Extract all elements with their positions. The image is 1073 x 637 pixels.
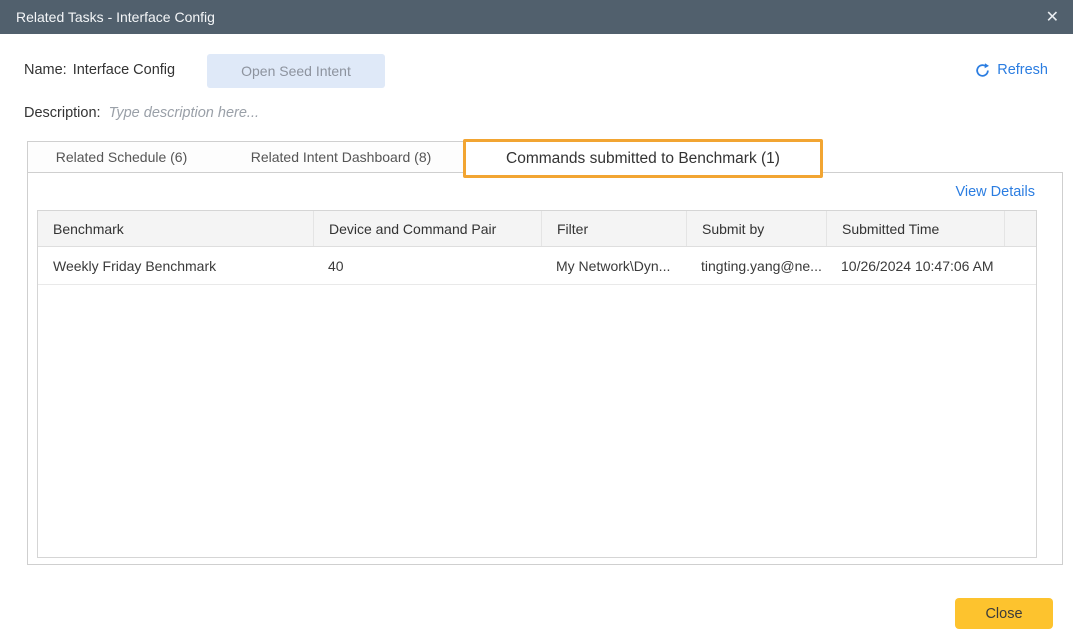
- benchmark-table: Benchmark Device and Command Pair Filter…: [37, 210, 1037, 558]
- name-row: Name: Interface Config: [24, 62, 175, 78]
- cell-filter: My Network\Dyn...: [541, 247, 686, 284]
- table-row[interactable]: Weekly Friday Benchmark 40 My Network\Dy…: [38, 247, 1036, 285]
- tab-commands-submitted-to-benchmark[interactable]: Commands submitted to Benchmark (1): [463, 139, 823, 178]
- open-seed-intent-button[interactable]: Open Seed Intent: [207, 54, 385, 88]
- close-button[interactable]: Close: [955, 598, 1053, 629]
- cell-spacer: [1004, 247, 1036, 284]
- table-header-row: Benchmark Device and Command Pair Filter…: [38, 211, 1036, 247]
- close-icon[interactable]: ✕: [1046, 0, 1059, 34]
- refresh-icon: [975, 63, 990, 78]
- description-label: Description:: [24, 105, 101, 121]
- column-header-submitted-time: Submitted Time: [826, 211, 1004, 246]
- name-value: Interface Config: [73, 62, 175, 78]
- dialog-title: Related Tasks - Interface Config: [16, 9, 215, 25]
- refresh-label: Refresh: [997, 62, 1048, 78]
- column-header-submit-by: Submit by: [686, 211, 826, 246]
- cell-submitted-time: 10/26/2024 10:47:06 AM: [826, 247, 1004, 284]
- cell-benchmark: Weekly Friday Benchmark: [38, 247, 313, 284]
- description-input[interactable]: Type description here...: [109, 105, 259, 121]
- tab-related-intent-dashboard[interactable]: Related Intent Dashboard (8): [215, 141, 468, 173]
- name-label: Name:: [24, 62, 67, 78]
- view-details-link[interactable]: View Details: [955, 184, 1035, 200]
- dialog-titlebar: Related Tasks - Interface Config ✕: [0, 0, 1073, 34]
- column-header-device-command-pair: Device and Command Pair: [313, 211, 541, 246]
- column-header-filter: Filter: [541, 211, 686, 246]
- column-header-spacer: [1004, 211, 1036, 246]
- description-row: Description: Type description here...: [24, 105, 259, 121]
- cell-device-command-pair: 40: [313, 247, 541, 284]
- related-tasks-dialog: Related Tasks - Interface Config ✕ Name:…: [0, 0, 1073, 637]
- column-header-benchmark: Benchmark: [38, 211, 313, 246]
- tab-related-schedule[interactable]: Related Schedule (6): [27, 141, 216, 173]
- refresh-button[interactable]: Refresh: [975, 62, 1048, 78]
- cell-submit-by: tingting.yang@ne...: [686, 247, 826, 284]
